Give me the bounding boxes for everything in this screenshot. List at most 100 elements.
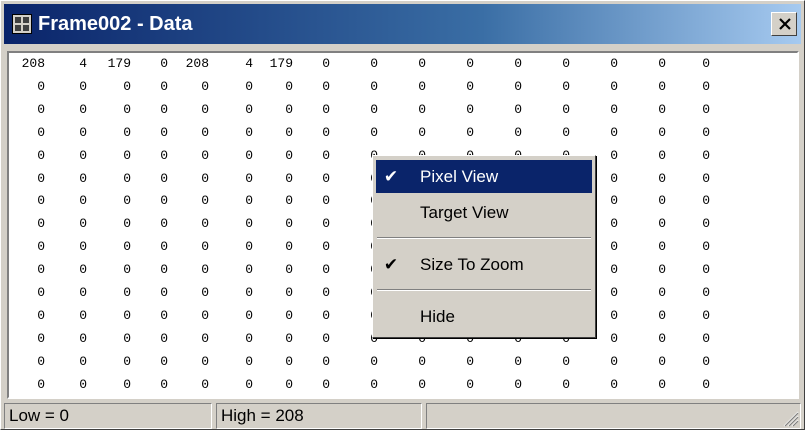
grid-cell[interactable]: 0 [426,99,474,122]
grid-cell[interactable]: 0 [209,305,253,328]
grid-cell[interactable]: 0 [293,122,330,145]
grid-cell[interactable]: 0 [378,76,426,99]
grid-cell[interactable]: 0 [522,53,570,76]
grid-cell[interactable]: 0 [666,53,710,76]
grid-cell[interactable]: 0 [293,374,330,397]
grid-cell[interactable]: 0 [330,190,378,213]
grid-cell[interactable]: 0 [666,190,710,213]
grid-cell[interactable]: 0 [618,374,666,397]
grid-cell[interactable]: 0 [45,236,87,259]
grid-cell[interactable]: 0 [9,259,45,282]
grid-cell[interactable]: 0 [131,328,168,351]
grid-cell[interactable]: 0 [426,351,474,374]
grid-cell[interactable]: 0 [9,328,45,351]
grid-cell[interactable]: 0 [168,122,209,145]
grid-cell[interactable]: 0 [209,99,253,122]
grid-cell[interactable]: 0 [666,305,710,328]
grid-cell[interactable]: 0 [293,282,330,305]
grid-cell[interactable]: 0 [131,76,168,99]
grid-cell[interactable]: 0 [87,236,131,259]
grid-cell[interactable]: 0 [168,259,209,282]
grid-cell[interactable]: 0 [293,236,330,259]
grid-cell[interactable]: 0 [9,76,45,99]
grid-cell[interactable]: 0 [131,122,168,145]
grid-cell[interactable]: 4 [45,53,87,76]
grid-cell[interactable]: 0 [87,282,131,305]
grid-cell[interactable]: 0 [293,76,330,99]
grid-cell[interactable]: 0 [330,145,378,168]
grid-cell[interactable]: 0 [9,145,45,168]
grid-cell[interactable]: 0 [618,213,666,236]
grid-cell[interactable]: 0 [168,168,209,191]
grid-cell[interactable]: 0 [618,168,666,191]
grid-cell[interactable]: 0 [45,213,87,236]
grid-cell[interactable]: 0 [131,259,168,282]
grid-cell[interactable]: 0 [666,145,710,168]
grid-cell[interactable]: 0 [45,328,87,351]
grid-cell[interactable]: 0 [168,145,209,168]
grid-cell[interactable]: 0 [45,190,87,213]
grid-cell[interactable]: 0 [168,351,209,374]
data-grid-icon[interactable] [12,14,32,34]
grid-cell[interactable]: 0 [87,328,131,351]
grid-cell[interactable]: 0 [87,213,131,236]
grid-cell[interactable]: 0 [330,259,378,282]
grid-cell[interactable]: 0 [330,328,378,351]
grid-cell[interactable]: 0 [45,122,87,145]
grid-cell[interactable]: 0 [209,190,253,213]
grid-cell[interactable]: 0 [293,145,330,168]
grid-cell[interactable]: 0 [253,168,293,191]
grid-cell[interactable]: 0 [168,236,209,259]
grid-cell[interactable]: 0 [253,190,293,213]
grid-cell[interactable]: 0 [209,328,253,351]
grid-cell[interactable]: 0 [45,168,87,191]
grid-cell[interactable]: 0 [87,190,131,213]
grid-cell[interactable]: 0 [209,236,253,259]
grid-cell[interactable]: 0 [293,213,330,236]
grid-cell[interactable]: 0 [618,76,666,99]
grid-cell[interactable]: 0 [209,282,253,305]
grid-cell[interactable]: 0 [87,374,131,397]
grid-cell[interactable]: 0 [45,282,87,305]
menu-item-size-to-zoom[interactable]: ✔ Size To Zoom [376,248,592,281]
grid-cell[interactable]: 0 [570,76,618,99]
grid-cell[interactable]: 0 [474,374,522,397]
grid-cell[interactable]: 0 [474,53,522,76]
grid-cell[interactable]: 0 [209,76,253,99]
grid-cell[interactable]: 0 [209,213,253,236]
grid-cell[interactable]: 0 [45,259,87,282]
grid-cell[interactable]: 0 [168,99,209,122]
grid-cell[interactable]: 208 [168,53,209,76]
title-bar[interactable]: Frame002 - Data [4,4,801,44]
grid-cell[interactable]: 0 [168,282,209,305]
menu-item-target-view[interactable]: Target View [376,196,592,229]
grid-cell[interactable]: 0 [330,351,378,374]
grid-cell[interactable]: 0 [9,351,45,374]
menu-item-pixel-view[interactable]: ✔ Pixel View [376,160,592,193]
grid-cell[interactable]: 0 [570,351,618,374]
grid-cell[interactable]: 0 [666,374,710,397]
grid-cell[interactable]: 0 [9,374,45,397]
grid-cell[interactable]: 0 [618,99,666,122]
grid-cell[interactable]: 179 [87,53,131,76]
grid-cell[interactable]: 0 [570,122,618,145]
grid-cell[interactable]: 0 [253,374,293,397]
grid-cell[interactable]: 0 [474,76,522,99]
grid-cell[interactable]: 0 [45,305,87,328]
grid-cell[interactable]: 0 [293,53,330,76]
grid-cell[interactable]: 0 [666,259,710,282]
grid-cell[interactable]: 0 [522,374,570,397]
grid-cell[interactable]: 0 [293,99,330,122]
grid-cell[interactable]: 0 [45,374,87,397]
grid-cell[interactable]: 0 [378,351,426,374]
grid-cell[interactable]: 0 [9,168,45,191]
grid-cell[interactable]: 0 [522,76,570,99]
grid-cell[interactable]: 179 [253,53,293,76]
grid-cell[interactable]: 0 [666,99,710,122]
grid-cell[interactable]: 0 [131,53,168,76]
grid-cell[interactable]: 0 [87,305,131,328]
grid-cell[interactable]: 0 [426,374,474,397]
grid-cell[interactable]: 0 [253,351,293,374]
grid-cell[interactable]: 0 [330,99,378,122]
grid-cell[interactable]: 0 [168,374,209,397]
